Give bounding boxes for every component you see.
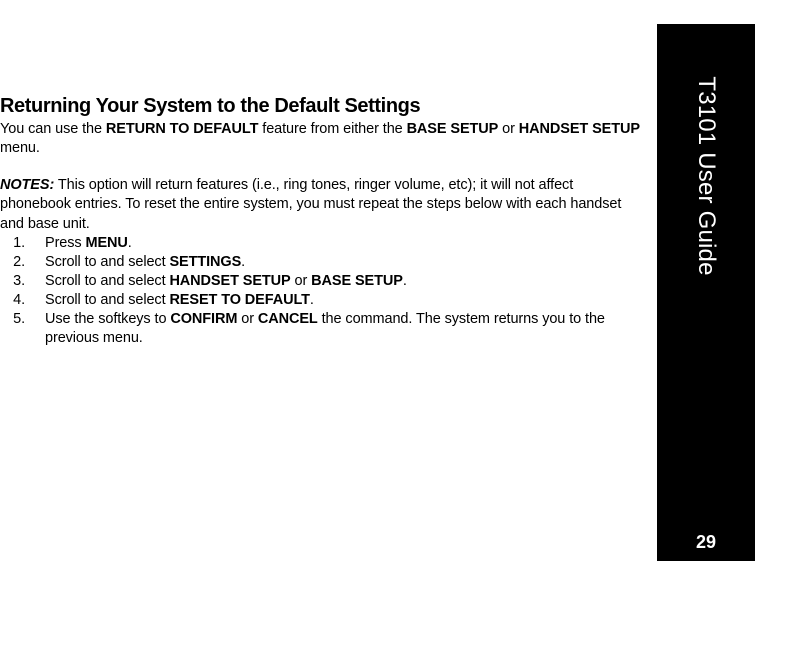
step-text: Press <box>45 235 86 251</box>
intro-term-return-to-default: RETURN TO DEFAULT <box>106 121 258 137</box>
intro-text: or <box>498 121 519 137</box>
steps-list: Press MENU. Scroll to and select SETTING… <box>0 234 640 349</box>
step-text: . <box>310 292 314 308</box>
step-term-handset-setup: HANDSET SETUP <box>169 273 290 289</box>
list-item: Use the softkeys to CONFIRM or CANCEL th… <box>29 310 640 348</box>
intro-text: menu. <box>0 140 40 156</box>
step-text: . <box>241 254 245 270</box>
step-text: or <box>237 311 258 327</box>
step-term-base-setup: BASE SETUP <box>311 273 403 289</box>
step-text: . <box>128 235 132 251</box>
step-term-settings: SETTINGS <box>169 254 241 270</box>
step-text: Use the softkeys to <box>45 311 170 327</box>
step-text: Scroll to and select <box>45 273 169 289</box>
notes-text: This option will return features (i.e., … <box>0 177 621 231</box>
step-term-reset-to-default: RESET TO DEFAULT <box>169 292 309 308</box>
intro-paragraph: You can use the RETURN TO DEFAULT featur… <box>0 120 640 158</box>
section-heading: Returning Your System to the Default Set… <box>0 95 640 118</box>
list-item: Scroll to and select RESET TO DEFAULT. <box>29 291 640 310</box>
step-text: or <box>291 273 312 289</box>
step-text: . <box>403 273 407 289</box>
step-text: Scroll to and select <box>45 292 169 308</box>
content-area: Returning Your System to the Default Set… <box>0 95 640 348</box>
step-text: Scroll to and select <box>45 254 169 270</box>
list-item: Scroll to and select HANDSET SETUP or BA… <box>29 272 640 291</box>
intro-term-base-setup: BASE SETUP <box>407 121 499 137</box>
list-item: Press MENU. <box>29 234 640 253</box>
intro-text: feature from either the <box>258 121 406 137</box>
intro-text: You can use the <box>0 121 106 137</box>
step-term-menu: MENU <box>86 235 128 251</box>
page-number: 29 <box>657 532 755 553</box>
notes-label: NOTES: <box>0 177 54 193</box>
step-term-cancel: CANCEL <box>258 311 318 327</box>
guide-title: T3101 User Guide <box>692 76 720 275</box>
intro-term-handset-setup: HANDSET SETUP <box>519 121 640 137</box>
step-term-confirm: CONFIRM <box>170 311 237 327</box>
page: T3101 User Guide 29 Returning Your Syste… <box>0 0 797 645</box>
sidebar: T3101 User Guide 29 <box>657 60 755 561</box>
list-item: Scroll to and select SETTINGS. <box>29 253 640 272</box>
sidebar-top-block <box>657 24 755 60</box>
notes-paragraph: NOTES: This option will return features … <box>0 176 640 233</box>
